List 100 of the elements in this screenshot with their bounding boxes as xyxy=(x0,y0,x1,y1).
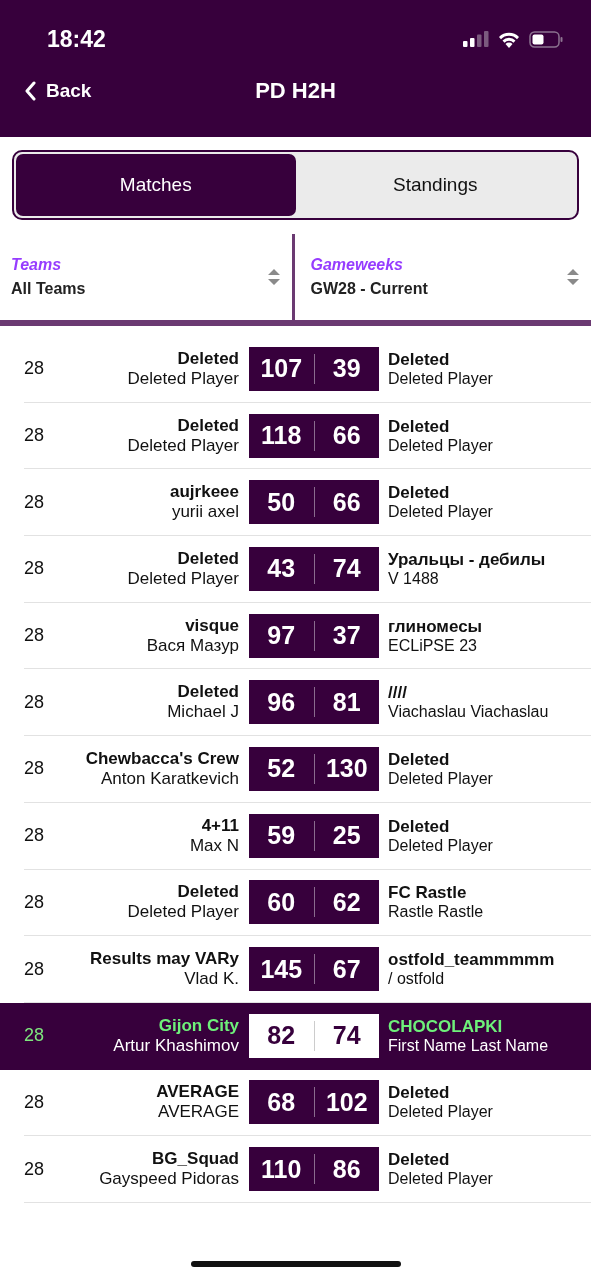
team-name: Deleted xyxy=(388,483,450,504)
team-name: BG_Squad xyxy=(152,1149,239,1170)
score: 62 xyxy=(331,887,362,917)
manager-name: Viachaslau Viachaslau xyxy=(388,703,549,722)
score: 96 xyxy=(266,687,297,717)
gameweek-number: 28 xyxy=(24,358,46,380)
gameweek-number: 28 xyxy=(24,958,46,980)
page-title: PD H2H xyxy=(255,78,336,104)
team-name: CHOCOLAPKI xyxy=(388,1016,503,1037)
battery-icon xyxy=(529,30,563,48)
team-name: AVERAGE xyxy=(156,1082,239,1103)
score: 68 xyxy=(266,1087,297,1117)
back-chevron-icon xyxy=(24,81,36,101)
gameweek-number: 28 xyxy=(24,758,46,780)
team-name: aujrkeee xyxy=(170,482,239,503)
manager-name: Artur Khashimov xyxy=(113,1035,239,1056)
tab[interactable]: Matches xyxy=(16,154,296,216)
score: 60 xyxy=(266,887,297,917)
team-name: Deleted xyxy=(388,416,450,437)
manager-name: yurii axel xyxy=(171,502,239,523)
score: 59 xyxy=(266,821,297,851)
manager-name: Deleted Player xyxy=(127,568,239,589)
score: 110 xyxy=(260,1154,303,1184)
score: 39 xyxy=(331,354,362,384)
manager-name: ECLiPSE 23 xyxy=(388,636,477,655)
team-name: Deleted xyxy=(388,1150,450,1171)
manager-name: Deleted Player xyxy=(388,1170,493,1189)
team-name: Deleted xyxy=(388,349,450,370)
gameweek-number: 28 xyxy=(24,691,46,713)
manager-name: / ostfold xyxy=(388,970,445,989)
gameweek-number: 28 xyxy=(24,491,46,513)
team-name: Results may VARy xyxy=(90,949,239,970)
team-name: visque xyxy=(185,615,239,636)
gameweek-number: 28 xyxy=(24,825,46,847)
score: 66 xyxy=(331,487,362,517)
wifi-icon xyxy=(497,30,521,48)
score: 130 xyxy=(324,754,369,784)
manager-name: Deleted Player xyxy=(388,1103,493,1122)
sort-arrows-icon xyxy=(267,269,280,285)
score: 74 xyxy=(331,554,362,584)
back-button[interactable]: Back xyxy=(24,80,92,102)
manager-name: Deleted Player xyxy=(127,368,239,389)
manager-name: Deleted Player xyxy=(388,769,493,788)
gameweek-number: 28 xyxy=(24,1025,46,1047)
team-name: ostfold_teammmmm xyxy=(388,950,555,971)
score: 25 xyxy=(331,821,362,851)
team-name: Deleted xyxy=(177,548,239,569)
score: 102 xyxy=(324,1087,369,1117)
manager-name: Vlad K. xyxy=(184,969,239,990)
score: 86 xyxy=(331,1154,362,1184)
team-name: Deleted xyxy=(388,816,450,837)
team-name: Deleted xyxy=(388,1083,450,1104)
team-name: Deleted xyxy=(177,348,239,369)
team-name: FC Rastle xyxy=(388,883,467,904)
manager-name: First Name Last Name xyxy=(388,1036,549,1055)
team-name: глиномесы xyxy=(388,616,483,637)
manager-name: Anton Karatkevich xyxy=(101,768,239,789)
manager-name: Deleted Player xyxy=(127,902,239,923)
manager-name: V 1488 xyxy=(388,569,439,588)
score: 74 xyxy=(331,1021,362,1051)
score: 81 xyxy=(331,687,362,717)
score: 82 xyxy=(266,1021,297,1051)
manager-name: Deleted Player xyxy=(388,503,493,522)
team-name: Deleted xyxy=(177,882,239,903)
team-name: Deleted xyxy=(388,749,450,770)
score: 66 xyxy=(331,421,362,451)
gameweek-number: 28 xyxy=(24,1091,46,1113)
score: 52 xyxy=(266,754,297,784)
manager-name: Gayspeed Pidoras xyxy=(99,1169,239,1190)
team-name: Chewbacca's Crew xyxy=(85,748,239,769)
manager-name: Deleted Player xyxy=(388,436,493,455)
gameweek-number: 28 xyxy=(24,425,46,447)
tab[interactable]: Standings xyxy=(295,154,575,216)
team-name: Уральцы - дебилы xyxy=(388,549,546,570)
team-name: 4+11 xyxy=(201,815,239,836)
score: 67 xyxy=(331,954,362,984)
score: 145 xyxy=(259,954,304,984)
manager-name: Michael J xyxy=(167,702,239,723)
score: 50 xyxy=(266,487,297,517)
team-name: Deleted xyxy=(177,415,239,436)
gameweek-number: 28 xyxy=(24,558,46,580)
manager-name: Вася Мазур xyxy=(146,635,239,656)
manager-name: Deleted Player xyxy=(388,836,493,855)
score: 43 xyxy=(266,554,297,584)
score: 107 xyxy=(259,354,304,384)
manager-name: Deleted Player xyxy=(388,369,493,388)
status-time: 18:42 xyxy=(47,25,106,53)
signal-icon xyxy=(463,31,489,47)
manager-name: AVERAGE xyxy=(158,1102,239,1123)
gameweek-number: 28 xyxy=(24,891,46,913)
team-name: Gijon City xyxy=(158,1015,239,1036)
score: 118 xyxy=(260,421,303,451)
team-name: //// xyxy=(388,683,407,704)
team-name: Deleted xyxy=(177,682,239,703)
score: 97 xyxy=(266,621,297,651)
sort-arrows-icon xyxy=(567,269,579,285)
manager-name: Deleted Player xyxy=(127,435,239,456)
gameweek-number: 28 xyxy=(24,1158,46,1180)
manager-name: Rastle Rastle xyxy=(388,903,484,922)
score: 37 xyxy=(331,621,362,651)
